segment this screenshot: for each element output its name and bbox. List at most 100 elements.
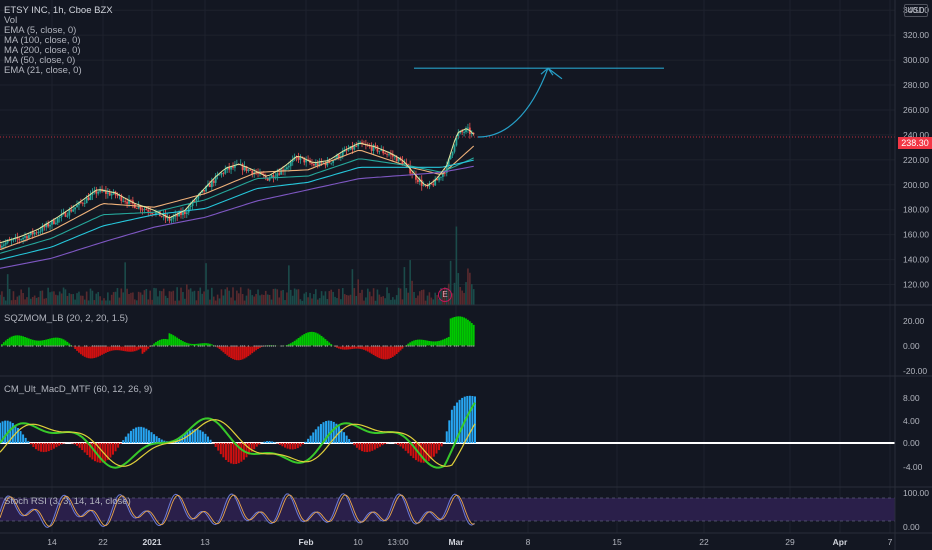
- momentum-bar: [47, 339, 50, 346]
- momentum-bar: [79, 346, 82, 355]
- momentum-bar: [43, 340, 46, 346]
- candle-body: [393, 156, 396, 158]
- squeeze-dot: [95, 345, 97, 347]
- candle-body: [83, 203, 86, 204]
- macd-histogram-bar: [294, 443, 297, 450]
- squeeze-dot: [249, 345, 251, 347]
- squeeze-dot: [132, 345, 134, 347]
- momentum-bar: [24, 336, 26, 346]
- candle-body: [185, 212, 188, 215]
- squeeze-dot: [147, 345, 149, 347]
- macd-histogram-bar: [124, 436, 127, 443]
- momentum-bar: [87, 346, 90, 359]
- squeeze-dot: [340, 345, 342, 347]
- volume-bar: [336, 298, 338, 305]
- momentum-bar: [309, 331, 311, 346]
- volume-bar: [257, 289, 259, 305]
- volume-bar: [430, 297, 433, 305]
- squeeze-dot: [292, 345, 294, 347]
- momentum-pane-label[interactable]: SQZMOM_LB (20, 2, 20, 1.5): [4, 313, 128, 324]
- squeeze-dot: [230, 345, 232, 347]
- macd-line: [0, 402, 476, 469]
- momentum-bar: [413, 340, 415, 346]
- candle-body: [89, 194, 92, 200]
- volume-bar: [112, 292, 115, 305]
- squeeze-dot: [399, 345, 402, 347]
- volume-bar: [351, 269, 354, 305]
- stoch-pane-label[interactable]: Stoch RSI (3, 3, 14, 14, close): [4, 496, 131, 507]
- macd-histogram-bar: [396, 443, 399, 445]
- candle-body: [56, 218, 59, 223]
- squeeze-dot: [130, 345, 132, 347]
- squeeze-dot: [138, 345, 140, 347]
- macd-pane-label[interactable]: CM_Ult_MacD_MTF (60, 12, 26, 9): [4, 384, 152, 395]
- squeeze-dot: [7, 345, 9, 347]
- macd-histogram-bar: [4, 420, 7, 443]
- volume-bar: [363, 300, 365, 305]
- squeeze-dot: [193, 345, 196, 347]
- squeeze-dot: [126, 345, 128, 347]
- squeeze-dot: [346, 345, 348, 347]
- chart-canvas[interactable]: 120.00140.00160.00180.00200.00220.00240.…: [0, 0, 932, 550]
- currency-label[interactable]: USD: [904, 4, 928, 17]
- squeeze-dot: [440, 345, 442, 347]
- volume-bar: [12, 291, 15, 305]
- squeeze-dot: [97, 345, 99, 347]
- volume-bar: [160, 291, 163, 305]
- squeeze-dot: [91, 345, 94, 347]
- momentum-bar: [6, 338, 9, 346]
- candle-body: [189, 206, 192, 208]
- squeeze-dot: [324, 345, 327, 347]
- squeeze-dot: [159, 345, 161, 347]
- volume-bar: [155, 288, 157, 305]
- time-tick-label: 10: [353, 537, 363, 547]
- macd-histogram-bar: [58, 443, 61, 446]
- squeeze-dot: [78, 345, 80, 347]
- volume-bar: [286, 292, 288, 305]
- macd-histogram-bar: [345, 435, 348, 443]
- volume-bar: [33, 295, 36, 305]
- indicator-tick-label: 0.00: [903, 341, 920, 351]
- squeeze-dot: [190, 345, 192, 347]
- squeeze-dot: [62, 345, 65, 347]
- macd-histogram-bar: [76, 443, 79, 446]
- volume-bar: [259, 295, 261, 305]
- macd-histogram-bar: [284, 443, 286, 448]
- macd-histogram-bar: [304, 441, 307, 443]
- earnings-marker-icon[interactable]: E: [438, 288, 452, 302]
- squeeze-dot: [374, 345, 377, 347]
- momentum-bar: [472, 324, 475, 346]
- volume-bar: [230, 297, 232, 305]
- price-tick-label: 160.00: [903, 230, 929, 240]
- price-tick-label: 200.00: [903, 180, 929, 190]
- squeeze-dot: [294, 345, 296, 347]
- volume-bar: [411, 280, 413, 305]
- squeeze-dot: [401, 345, 404, 347]
- volume-bar: [45, 298, 48, 305]
- volume-bar: [280, 290, 282, 305]
- squeeze-dot: [186, 345, 188, 347]
- macd-histogram-bar: [404, 443, 407, 451]
- macd-histogram-bar: [91, 443, 94, 460]
- volume-bar: [193, 290, 196, 305]
- candle-body: [124, 200, 127, 202]
- volume-bar: [401, 299, 404, 305]
- volume-bar: [395, 295, 398, 305]
- volume-bar: [268, 294, 271, 305]
- volume-bar: [162, 288, 165, 305]
- volume-bar: [122, 292, 125, 305]
- macd-histogram-bar: [104, 443, 107, 462]
- momentum-bar: [232, 346, 234, 360]
- volume-bar: [297, 289, 300, 305]
- symbol-title[interactable]: ETSY INC, 1h, Cboe BZX: [4, 6, 113, 16]
- momentum-bar: [422, 339, 425, 346]
- squeeze-dot: [14, 345, 17, 347]
- momentum-bar: [103, 346, 105, 354]
- candle-body: [110, 193, 113, 196]
- candle-body: [53, 220, 55, 224]
- indicator-ema21[interactable]: EMA (21, close, 0): [4, 66, 113, 76]
- candle-body: [224, 169, 227, 174]
- momentum-bar: [41, 340, 44, 346]
- volume-bar: [241, 294, 244, 305]
- momentum-bar: [33, 340, 36, 346]
